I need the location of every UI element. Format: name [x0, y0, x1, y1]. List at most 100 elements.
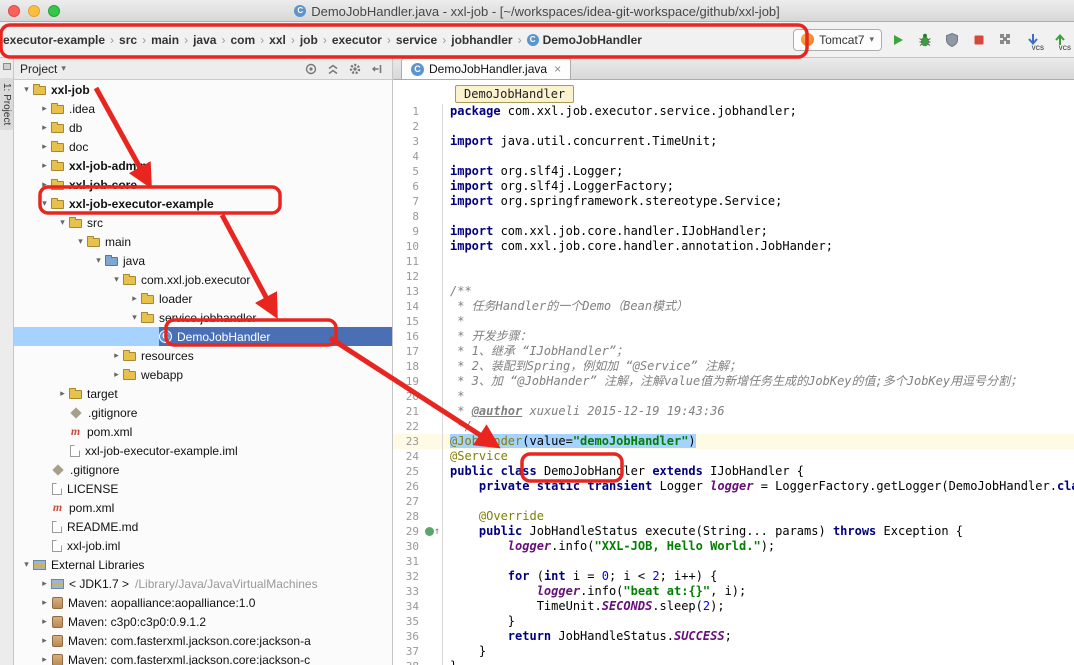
expand-down-icon[interactable]: ▾: [110, 274, 123, 285]
tree-item-readme-md[interactable]: README.md: [14, 517, 392, 536]
hide-panel-button[interactable]: [368, 61, 386, 77]
gutter[interactable]: [423, 629, 443, 644]
tree-item-db[interactable]: ▸db: [14, 118, 392, 137]
code-line-32[interactable]: 32 for (int i = 0; i < 2; i++) {: [393, 569, 1074, 584]
tree-item-xxl-job-executor-example[interactable]: ▾xxl-job-executor-example: [14, 194, 392, 213]
tree-item-src[interactable]: ▾src: [14, 213, 392, 232]
code-line-20[interactable]: 20 *: [393, 389, 1074, 404]
tree-item-main[interactable]: ▾main: [14, 232, 392, 251]
tree-item-pom-xml[interactable]: mpom.xml: [14, 422, 392, 441]
tree-item-xxl-job-admin[interactable]: ▸xxl-job-admin: [14, 156, 392, 175]
code-line-26[interactable]: 26 private static transient Logger logge…: [393, 479, 1074, 494]
line-number[interactable]: 31: [393, 554, 423, 569]
code-line-22[interactable]: 22 */: [393, 419, 1074, 434]
class-name-chip[interactable]: DemoJobHandler: [455, 85, 574, 103]
code-line-10[interactable]: 10import com.xxl.job.core.handler.annota…: [393, 239, 1074, 254]
tree-item-maven-aopalliance-aopalliance-1-0[interactable]: ▸Maven: aopalliance:aopalliance:1.0: [14, 593, 392, 612]
line-number[interactable]: 12: [393, 269, 423, 284]
tree-item-maven-com-fasterxml-jackson-core-jackson-c[interactable]: ▸Maven: com.fasterxml.jackson.core:jacks…: [14, 650, 392, 665]
tree-item-gitignore[interactable]: .gitignore: [14, 403, 392, 422]
line-number[interactable]: 10: [393, 239, 423, 254]
code-line-36[interactable]: 36 return JobHandleStatus.SUCCESS;: [393, 629, 1074, 644]
code-line-8[interactable]: 8: [393, 209, 1074, 224]
gutter[interactable]: [423, 119, 443, 134]
gutter[interactable]: [423, 269, 443, 284]
tree-item-target[interactable]: ▸target: [14, 384, 392, 403]
line-number[interactable]: 30: [393, 539, 423, 554]
breadcrumb-service[interactable]: service: [396, 33, 437, 47]
code-line-33[interactable]: 33 logger.info("beat at:{}", i);: [393, 584, 1074, 599]
expand-right-icon[interactable]: ▸: [38, 578, 51, 589]
line-number[interactable]: 14: [393, 299, 423, 314]
line-number[interactable]: 21: [393, 404, 423, 419]
breadcrumb-jobhandler[interactable]: jobhandler: [451, 33, 512, 47]
code-line-17[interactable]: 17 * 1、继承 “IJobHandler”；: [393, 344, 1074, 359]
line-number[interactable]: 32: [393, 569, 423, 584]
code-line-31[interactable]: 31: [393, 554, 1074, 569]
breadcrumb-executor[interactable]: executor: [332, 33, 382, 47]
gutter[interactable]: [423, 164, 443, 179]
gutter[interactable]: [423, 494, 443, 509]
line-number[interactable]: 23: [393, 434, 423, 449]
gutter[interactable]: [423, 314, 443, 329]
line-number[interactable]: 4: [393, 149, 423, 164]
expand-right-icon[interactable]: ▸: [38, 635, 51, 646]
breadcrumb-src[interactable]: src: [119, 33, 137, 47]
tree-item-service-jobhandler[interactable]: ▾service.jobhandler: [14, 308, 392, 327]
breadcrumb-executor-example[interactable]: executor-example: [3, 33, 105, 47]
tree-item-gitignore[interactable]: .gitignore: [14, 460, 392, 479]
gutter[interactable]: [423, 104, 443, 119]
tab-demojobhandler-java[interactable]: C DemoJobHandler.java ×: [401, 58, 571, 79]
line-number[interactable]: 6: [393, 179, 423, 194]
code-line-4[interactable]: 4: [393, 149, 1074, 164]
run-button[interactable]: [887, 29, 909, 51]
tree-item-resources[interactable]: ▸resources: [14, 346, 392, 365]
gutter[interactable]: [423, 404, 443, 419]
stop-button[interactable]: [968, 29, 990, 51]
line-number[interactable]: 8: [393, 209, 423, 224]
expand-right-icon[interactable]: ▸: [110, 350, 123, 361]
code-line-35[interactable]: 35 }: [393, 614, 1074, 629]
gutter[interactable]: [423, 389, 443, 404]
gutter[interactable]: [423, 134, 443, 149]
gutter[interactable]: [423, 554, 443, 569]
line-number[interactable]: 26: [393, 479, 423, 494]
gutter[interactable]: [423, 644, 443, 659]
line-number[interactable]: 18: [393, 359, 423, 374]
line-number[interactable]: 5: [393, 164, 423, 179]
code-line-25[interactable]: 25public class DemoJobHandler extends IJ…: [393, 464, 1074, 479]
gutter[interactable]: [423, 599, 443, 614]
line-number[interactable]: 25: [393, 464, 423, 479]
line-number[interactable]: 16: [393, 329, 423, 344]
expand-right-icon[interactable]: ▸: [128, 293, 141, 304]
gutter[interactable]: [423, 584, 443, 599]
breadcrumb-java[interactable]: java: [193, 33, 216, 47]
expand-down-icon[interactable]: ▾: [128, 312, 141, 323]
gutter[interactable]: [423, 239, 443, 254]
coverage-button[interactable]: [941, 29, 963, 51]
expand-right-icon[interactable]: ▸: [38, 616, 51, 627]
line-number[interactable]: 20: [393, 389, 423, 404]
breadcrumb-demojobhandler[interactable]: CDemoJobHandler: [527, 33, 642, 47]
line-number[interactable]: 37: [393, 644, 423, 659]
line-number[interactable]: 17: [393, 344, 423, 359]
line-number[interactable]: 7: [393, 194, 423, 209]
line-number[interactable]: 38: [393, 659, 423, 665]
line-number[interactable]: 22: [393, 419, 423, 434]
code-line-19[interactable]: 19 * 3、加 “@JobHander” 注解，注解value值为新增任务生成…: [393, 374, 1074, 389]
tree-item-demojobhandler[interactable]: CDemoJobHandler: [14, 327, 392, 346]
expand-down-icon[interactable]: ▾: [92, 255, 105, 266]
tree-item-external-libraries[interactable]: ▾External Libraries: [14, 555, 392, 574]
code-line-38[interactable]: 38}: [393, 659, 1074, 665]
code-line-24[interactable]: 24@Service: [393, 449, 1074, 464]
gutter[interactable]: [423, 329, 443, 344]
code-line-23[interactable]: 23@JobHander(value="demoJobHandler"): [393, 434, 1074, 449]
line-number[interactable]: 35: [393, 614, 423, 629]
tree-item-webapp[interactable]: ▸webapp: [14, 365, 392, 384]
line-number[interactable]: 1: [393, 104, 423, 119]
tree-item-pom-xml[interactable]: mpom.xml: [14, 498, 392, 517]
code-line-9[interactable]: 9import com.xxl.job.core.handler.IJobHan…: [393, 224, 1074, 239]
code-line-3[interactable]: 3import java.util.concurrent.TimeUnit;: [393, 134, 1074, 149]
project-panel-title[interactable]: Project: [20, 62, 57, 76]
gutter[interactable]: [423, 374, 443, 389]
